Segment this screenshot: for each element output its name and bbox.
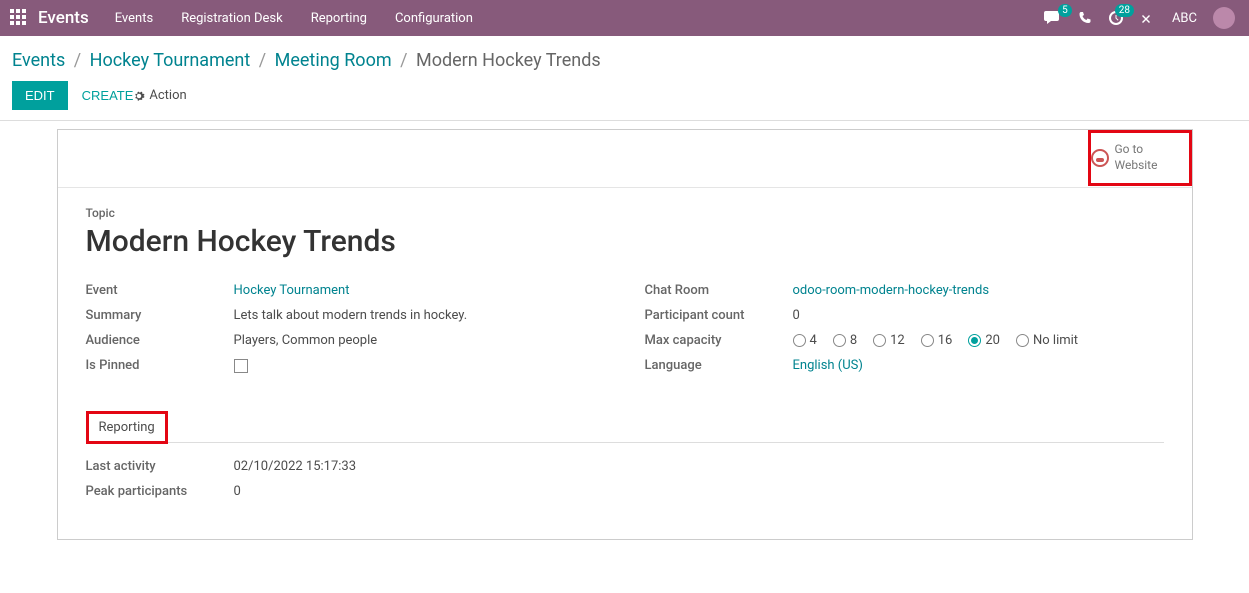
audience-value: Players, Common people: [234, 333, 378, 348]
activities-icon[interactable]: 28: [1108, 10, 1124, 26]
max-capacity-option-no-limit[interactable]: No limit: [1016, 333, 1078, 348]
max-capacity-option-12[interactable]: 12: [873, 333, 905, 348]
max-capacity-label: Max capacity: [645, 333, 793, 348]
event-value[interactable]: Hockey Tournament: [234, 283, 350, 298]
nav-configuration[interactable]: Configuration: [395, 11, 473, 26]
radio-label: 20: [985, 333, 1000, 348]
peak-participants-value: 0: [234, 484, 241, 499]
form-right-column: Chat Room odoo-room-modern-hockey-trends…: [645, 283, 1164, 383]
breadcrumb-hockey-tournament[interactable]: Hockey Tournament: [90, 50, 251, 71]
pinned-checkbox[interactable]: [234, 359, 248, 373]
radio-circle: [873, 334, 886, 347]
radio-label: 16: [938, 333, 953, 348]
top-nav-bar: Events Events Registration Desk Reportin…: [0, 0, 1249, 36]
radio-label: 8: [850, 333, 857, 348]
chatroom-label: Chat Room: [645, 283, 793, 298]
create-button[interactable]: CREATE: [82, 88, 134, 103]
phone-icon[interactable]: [1078, 11, 1092, 25]
summary-value: Lets talk about modern trends in hockey.: [234, 308, 468, 323]
participant-count-label: Participant count: [645, 308, 793, 323]
radio-label: 4: [810, 333, 817, 348]
radio-circle: [793, 334, 806, 347]
radio-label: No limit: [1033, 333, 1078, 348]
max-capacity-option-16[interactable]: 16: [921, 333, 953, 348]
peak-participants-label: Peak participants: [86, 484, 234, 499]
breadcrumb-events[interactable]: Events: [12, 50, 65, 71]
chatroom-value[interactable]: odoo-room-modern-hockey-trends: [793, 283, 990, 298]
radio-circle: [833, 334, 846, 347]
max-capacity-option-8[interactable]: 8: [833, 333, 857, 348]
radio-circle: [921, 334, 934, 347]
max-capacity-option-4[interactable]: 4: [793, 333, 817, 348]
topic-label: Topic: [86, 206, 1164, 220]
language-label: Language: [645, 358, 793, 373]
form-left-column: Event Hockey Tournament Summary Lets tal…: [86, 283, 605, 383]
summary-label: Summary: [86, 308, 234, 323]
nav-events[interactable]: Events: [115, 11, 153, 26]
participant-count-value: 0: [793, 308, 800, 323]
radio-circle: [968, 334, 981, 347]
globe-icon: [1091, 149, 1109, 167]
apps-icon[interactable]: [10, 9, 28, 27]
tab-reporting[interactable]: Reporting: [86, 411, 168, 444]
language-value[interactable]: English (US): [793, 358, 863, 373]
last-activity-value: 02/10/2022 15:17:33: [234, 459, 357, 474]
breadcrumb: Events / Hockey Tournament / Meeting Roo…: [0, 36, 1249, 77]
user-menu[interactable]: ABC: [1172, 11, 1197, 26]
max-capacity-option-20[interactable]: 20: [968, 333, 1000, 348]
radio-circle: [1016, 334, 1029, 347]
go-to-website-button[interactable]: Go to Website: [1088, 130, 1192, 186]
edit-button[interactable]: EDIT: [12, 81, 68, 110]
gear-icon: [133, 90, 145, 102]
nav-registration-desk[interactable]: Registration Desk: [181, 11, 283, 26]
audience-label: Audience: [86, 333, 234, 348]
last-activity-label: Last activity: [86, 459, 234, 474]
radio-label: 12: [890, 333, 905, 348]
avatar[interactable]: [1213, 7, 1235, 29]
max-capacity-radios: 4 8 12 16 20 No limit: [793, 333, 1079, 348]
debug-icon[interactable]: [1140, 10, 1156, 26]
activities-badge: 28: [1115, 4, 1134, 17]
app-name[interactable]: Events: [38, 8, 89, 28]
event-label: Event: [86, 283, 234, 298]
nav-reporting[interactable]: Reporting: [311, 11, 367, 26]
breadcrumb-meeting-room[interactable]: Meeting Room: [275, 50, 392, 71]
breadcrumb-current: Modern Hockey Trends: [416, 50, 601, 71]
action-bar: EDIT CREATE Action: [0, 77, 1249, 121]
discuss-badge: 5: [1058, 4, 1072, 17]
discuss-icon[interactable]: 5: [1044, 10, 1062, 26]
form-sheet: Go to Website Topic Modern Hockey Trends…: [57, 129, 1193, 540]
topic-title: Modern Hockey Trends: [86, 224, 1164, 259]
pinned-label: Is Pinned: [86, 358, 234, 373]
action-dropdown[interactable]: Action: [133, 88, 186, 103]
